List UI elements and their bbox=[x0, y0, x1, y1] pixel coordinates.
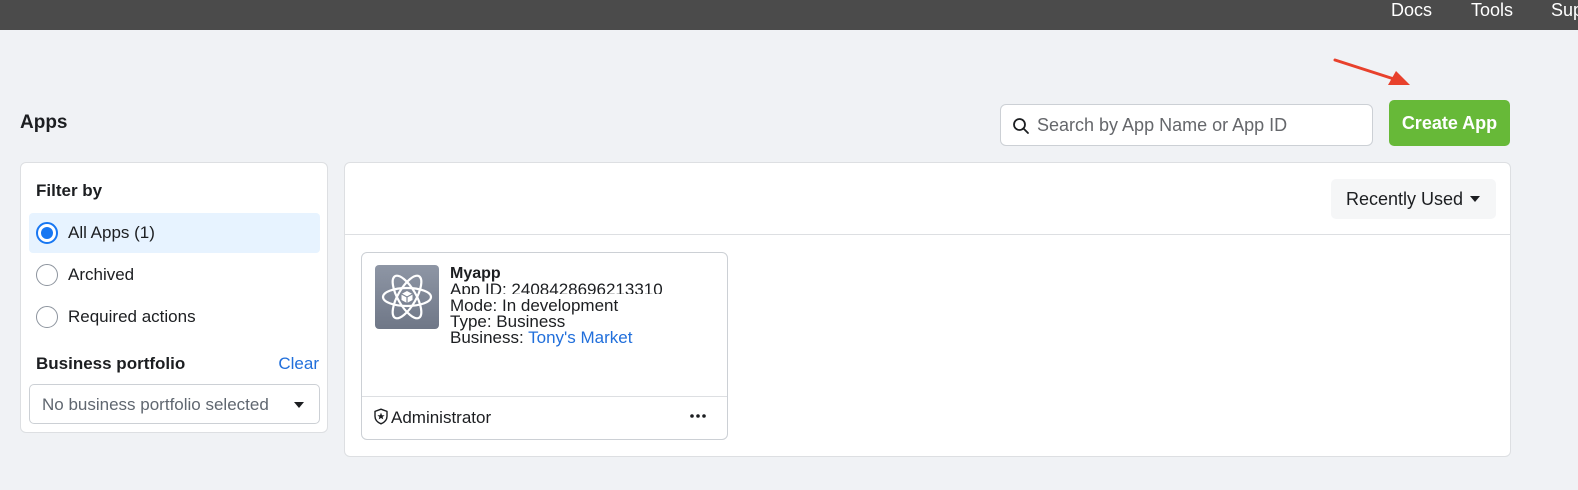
clear-portfolio-link[interactable]: Clear bbox=[278, 354, 319, 374]
app-business: Business: Tony's Market bbox=[450, 329, 632, 346]
create-app-button[interactable]: Create App bbox=[1389, 100, 1510, 146]
card-divider bbox=[362, 396, 727, 397]
filter-option-label: All Apps (1) bbox=[68, 223, 155, 242]
app-id: App ID: 2408428696213310 bbox=[450, 281, 663, 294]
business-portfolio-title: Business portfolio bbox=[36, 354, 186, 373]
business-portfolio-value: No business portfolio selected bbox=[42, 395, 269, 414]
shield-star-icon bbox=[374, 408, 388, 425]
app-search-box bbox=[1000, 104, 1373, 146]
business-link[interactable]: Tony's Market bbox=[528, 328, 632, 347]
search-icon bbox=[1013, 118, 1029, 134]
filter-option-archived[interactable]: Archived bbox=[29, 255, 320, 295]
caret-down-icon bbox=[294, 402, 304, 408]
page-title: Apps bbox=[20, 112, 68, 133]
nav-link-docs[interactable]: Docs bbox=[1391, 0, 1432, 20]
nav-link-support[interactable]: Support bbox=[1551, 0, 1578, 20]
filter-option-required-actions[interactable]: Required actions bbox=[29, 297, 320, 337]
business-portfolio-dropdown[interactable]: No business portfolio selected bbox=[29, 384, 320, 424]
app-card[interactable]: Myapp App ID: 2408428696213310 Mode: In … bbox=[361, 252, 728, 440]
app-search-input[interactable] bbox=[1037, 105, 1367, 145]
radio-unselected-icon[interactable] bbox=[36, 306, 58, 328]
sort-dropdown[interactable]: Recently Used bbox=[1331, 179, 1496, 219]
app-business-label: Business: bbox=[450, 328, 529, 347]
app-role: Administrator bbox=[391, 408, 492, 427]
radio-selected-icon[interactable] bbox=[36, 222, 58, 244]
filter-panel: Filter by All Apps (1) Archived Required… bbox=[20, 162, 328, 433]
radio-unselected-icon[interactable] bbox=[36, 264, 58, 286]
apps-list-panel: Recently Used Myapp App ID: 240842869621… bbox=[344, 162, 1511, 457]
atom-icon bbox=[375, 265, 439, 329]
filter-option-label: Archived bbox=[68, 265, 135, 284]
top-nav-bar: Docs Tools Support bbox=[0, 0, 1578, 30]
caret-down-icon bbox=[1470, 196, 1480, 202]
filter-option-label: Required actions bbox=[68, 307, 196, 326]
filter-option-all-apps[interactable]: All Apps (1) bbox=[29, 213, 320, 253]
filter-title: Filter by bbox=[36, 181, 103, 200]
annotation-arrow bbox=[1333, 58, 1410, 85]
sort-label: Recently Used bbox=[1346, 189, 1464, 209]
nav-link-tools[interactable]: Tools bbox=[1471, 0, 1513, 20]
apps-list-header: Recently Used bbox=[345, 163, 1510, 235]
more-horizontal-icon[interactable] bbox=[687, 405, 709, 427]
